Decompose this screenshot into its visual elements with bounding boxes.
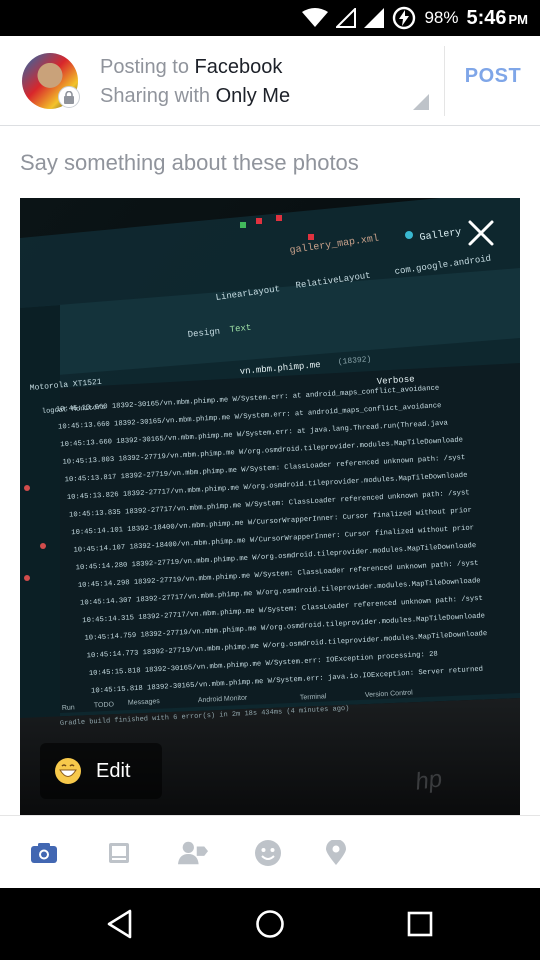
location-button[interactable] [321, 838, 351, 868]
remove-photo-button[interactable] [466, 218, 496, 248]
header-divider [444, 46, 445, 116]
battery-percent: 98% [424, 8, 459, 27]
posting-to-label: Posting to [100, 56, 189, 78]
signal-empty-icon [336, 8, 357, 28]
edit-label: Edit [96, 759, 131, 782]
screen-bottom-tab: Run [62, 704, 75, 712]
emoji-edit-icon [55, 758, 81, 784]
dropdown-corner-icon[interactable] [413, 94, 429, 110]
hp-logo: hp [414, 765, 444, 795]
composer-header: Posting to Facebook Sharing with Only Me… [0, 36, 540, 126]
tag-people-icon [178, 841, 208, 865]
audience-value: Only Me [215, 85, 291, 107]
clock: 5:46 PM [466, 7, 528, 30]
feeling-icon [255, 840, 281, 866]
composer-toolbar [0, 815, 540, 888]
sharing-with-label: Sharing with [100, 85, 211, 107]
album-icon [109, 843, 129, 863]
feeling-button[interactable] [253, 838, 283, 868]
status-bar: 98% 5:46 PM [0, 0, 540, 36]
camera-icon [31, 843, 57, 863]
posting-to-line[interactable]: Posting to Facebook [100, 56, 282, 79]
album-button[interactable] [104, 838, 134, 868]
tag-people-button[interactable] [178, 838, 208, 868]
wifi-icon [302, 8, 329, 27]
camera-button[interactable] [29, 838, 59, 868]
system-nav-bar [0, 888, 540, 960]
composer-input[interactable]: Say something about these photos [20, 150, 520, 176]
location-icon [326, 840, 346, 865]
privacy-lock-icon [58, 86, 80, 108]
post-button[interactable]: POST [455, 61, 531, 91]
battery-saver-icon [393, 6, 416, 30]
posting-to-target: Facebook [194, 56, 283, 78]
clock-ampm: PM [508, 11, 529, 27]
screen-bottom-tab: Terminal [300, 693, 327, 701]
clock-time: 5:46 [466, 6, 507, 29]
signal-full-icon [364, 8, 385, 28]
audience-selector[interactable]: Sharing with Only Me [100, 85, 290, 108]
back-icon[interactable] [103, 906, 139, 942]
screen-bottom-tab: TODO [94, 701, 115, 709]
recents-icon[interactable] [402, 906, 438, 942]
home-icon[interactable] [252, 906, 288, 942]
edit-photo-button[interactable]: Edit [40, 743, 162, 799]
attached-photo[interactable]: gallery_map.xml Gallery LinearLayout Rel… [20, 198, 520, 815]
photo-image: gallery_map.xml Gallery LinearLayout Rel… [20, 198, 520, 815]
